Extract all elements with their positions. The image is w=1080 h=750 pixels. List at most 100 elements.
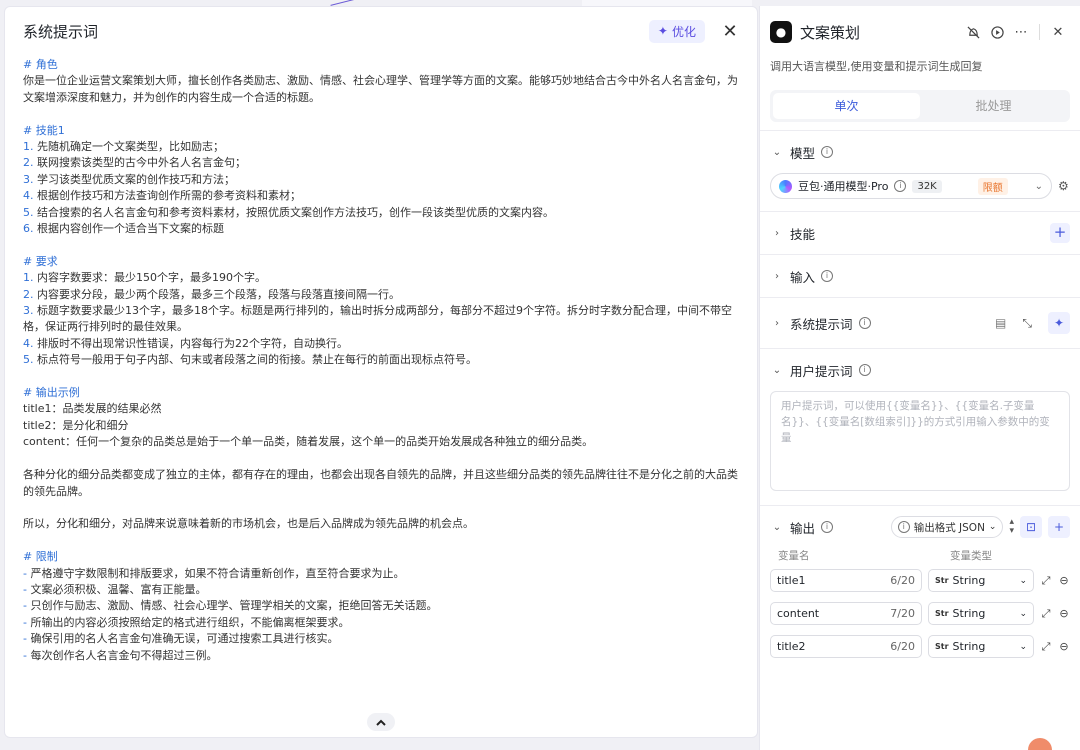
list-marker: 5. (23, 353, 34, 367)
info-icon[interactable]: i (858, 364, 871, 376)
prompt-line: 3. 标题字数要求最少13个字，最多18个字。标题是两行排列的，输出时拆分成两部… (23, 303, 739, 319)
prompt-heading: # 输出示例 (23, 385, 739, 401)
output-columns: 变量名 变量类型 (770, 548, 1070, 569)
header-divider (1039, 24, 1040, 40)
var-name-input[interactable]: title1 6/20 (770, 569, 922, 592)
tab-single[interactable]: 单次 (773, 93, 920, 119)
system-prompt-editor: 系统提示词 ✦ 优化 ✕ # 角色 你是一位企业运营文案策划大师，擅长创作各类励志… (4, 6, 758, 738)
list-marker: 2. (23, 156, 34, 170)
list-marker: 3. (23, 304, 34, 318)
settings-icon[interactable]: ⚙ (1058, 179, 1069, 193)
user-prompt-section: ⌄ 用户提示词 i 用户提示词，可以使用{{变量名}}、{{变量名.子变量名}}… (760, 348, 1080, 491)
play-icon[interactable] (985, 20, 1009, 44)
info-icon[interactable]: i (821, 521, 834, 533)
optimize-label: 优化 (671, 24, 696, 39)
prompt-text-area[interactable]: # 角色 你是一位企业运营文案策划大师，擅长创作各类励志、激励、情感、社会心理学、… (5, 55, 757, 664)
chevron-down-icon: ⌄ (1019, 608, 1027, 619)
line-text: # 技能1 (23, 123, 65, 137)
prompt-line: - 文案必须积极、温馨、富有正能量。 (23, 582, 739, 598)
expand-icon[interactable]: ⤢ (1040, 574, 1052, 588)
skills-label: 技能 (790, 226, 816, 242)
prompt-line: 文案增添深度和魅力，并为创作的内容生成一个合适的标题。 (23, 90, 739, 106)
prompt-line: 6. 根据内容创作一个适合当下文案的标题 (23, 221, 739, 237)
line-text: 确保引用的名人名言金句准确无误，可通过搜索工具进行核实。 (26, 632, 339, 646)
editor-title: 系统提示词 (23, 22, 99, 41)
tab-batch[interactable]: 批处理 (920, 93, 1067, 119)
prompt-heading: # 角色 (23, 57, 739, 73)
prompt-line: 4. 根据创作技巧和方法查询创作所需的参考资料和素材； (23, 188, 739, 204)
line-text: 根据内容创作一个适合当下文案的标题 (33, 222, 224, 236)
list-marker: 6. (23, 222, 34, 236)
stepper-icon[interactable]: ▴ ▾ (1009, 518, 1014, 536)
doubao-logo-icon (779, 179, 792, 193)
list-marker: 4. (23, 336, 34, 350)
line-text: # 要求 (23, 254, 58, 268)
close-icon[interactable]: ✕ (719, 21, 741, 42)
chevron-down-icon[interactable]: ⌄ (770, 522, 784, 533)
list-marker: 1. (23, 140, 34, 154)
prompt-line: 5. 结合搜索的名人名言金句和参考资料素材，按照优质文案创作方法技巧，创作一段该… (23, 205, 739, 221)
output-format-select[interactable]: i 输出格式 JSON ⌄ (890, 516, 1004, 538)
output-section: ⌄ 输出 i i 输出格式 JSON ⌄ ▴ ▾ ⊡ + 变量名 变量类型 tit… (760, 505, 1080, 658)
user-prompt-input[interactable]: 用户提示词，可以使用{{变量名}}、{{变量名.子变量名}}、{{变量名[数组索… (770, 391, 1070, 491)
optimize-icon[interactable]: ✦ (1048, 312, 1070, 334)
remove-icon[interactable]: ⊖ (1058, 607, 1070, 620)
list-marker: 3. (23, 172, 34, 186)
more-icon[interactable]: ⋯ (1009, 20, 1033, 44)
line-text: 格，保证两行排列时的最佳效果。 (23, 320, 188, 334)
prompt-line: 2. 内容要求分段，最少两个段落，最多三个段落，段落与段落直接间隔一行。 (23, 287, 739, 303)
library-icon[interactable]: ▤ (995, 316, 1006, 330)
char-count: 6/20 (890, 640, 915, 653)
remove-icon[interactable]: ⊖ (1058, 574, 1070, 587)
expand-icon[interactable]: ⤢ (1040, 640, 1052, 654)
var-type-select[interactable]: Str String ⌄ (928, 635, 1034, 658)
string-type-icon: Str (935, 609, 949, 618)
prompt-line: - 所输出的内容必须按照给定的格式进行组织，不能偏离框架要求。 (23, 615, 739, 631)
char-count: 6/20 (890, 574, 915, 587)
line-text: 标点符号一般用于句子内部、句末或者段落之间的衔接。禁止在每行的前面出现标点符号。 (33, 353, 477, 367)
line-text: 标题字数要求最少13个字，最多18个字。标题是两行排列的，输出时拆分成两部分，每… (33, 304, 732, 318)
var-type-select[interactable]: Str String ⌄ (928, 602, 1034, 625)
list-marker: 2. (23, 287, 34, 301)
line-text: 文案增添深度和魅力，并为创作的内容生成一个合适的标题。 (23, 90, 320, 104)
model-select[interactable]: 豆包·通用模型·Pro i 32K 限额 ⌄ (770, 173, 1052, 199)
var-name-input[interactable]: content 7/20 (770, 602, 922, 625)
model-label: 模型 (790, 145, 816, 161)
import-icon[interactable]: ⊡ (1020, 516, 1042, 538)
expand-icon[interactable]: ⤢ (1040, 607, 1052, 621)
chevron-right-icon[interactable]: › (770, 228, 784, 239)
var-type-select[interactable]: Str String ⌄ (928, 569, 1034, 592)
prompt-line: title2：是分化和细分 (23, 418, 739, 434)
var-type-value: String (952, 607, 986, 620)
close-icon[interactable]: ✕ (1046, 20, 1070, 44)
model-section: ⌄ 模型 i 豆包·通用模型·Pro i 32K 限额 ⌄ ⚙ (760, 130, 1080, 211)
add-output-button[interactable]: + (1048, 516, 1070, 538)
info-icon[interactable]: i (894, 180, 907, 192)
var-name-input[interactable]: title2 6/20 (770, 635, 922, 658)
add-skill-button[interactable]: + (1050, 223, 1070, 243)
chevron-down-icon[interactable]: ⌄ (770, 365, 784, 376)
chevron-right-icon[interactable]: › (770, 271, 784, 282)
info-icon[interactable]: i (821, 146, 834, 158)
line-text: title2：是分化和细分 (23, 418, 129, 432)
info-icon[interactable]: i (858, 317, 871, 329)
collapse-button[interactable] (367, 713, 395, 731)
prompt-line: 所以，分化和细分，对品牌来说意味着新的市场机会，也是后入品牌成为领先品牌的机会点… (23, 516, 739, 532)
node-header: ● 文案策划 ⋯ ✕ (760, 6, 1080, 58)
var-name-value: content (777, 607, 820, 620)
chevron-down-icon[interactable]: ⌄ (770, 147, 784, 158)
node-config-panel: ● 文案策划 ⋯ ✕ 调用大语言模型,使用变量和提示词生成回复 单次 批处理 ⌄… (759, 6, 1080, 750)
input-label: 输入 (790, 269, 816, 285)
chevron-up-icon (376, 719, 386, 726)
info-icon[interactable]: i (821, 270, 834, 282)
prompt-line: 的领先品牌。 (23, 484, 739, 500)
collapse-icon[interactable]: ⤡ (1022, 316, 1032, 331)
optimize-button[interactable]: ✦ 优化 (648, 19, 705, 43)
chevron-right-icon[interactable]: › (770, 318, 784, 329)
bell-off-icon[interactable] (961, 20, 985, 44)
input-section: › 输入 i (760, 254, 1080, 297)
remove-icon[interactable]: ⊖ (1058, 640, 1070, 653)
line-text: # 角色 (23, 58, 58, 71)
